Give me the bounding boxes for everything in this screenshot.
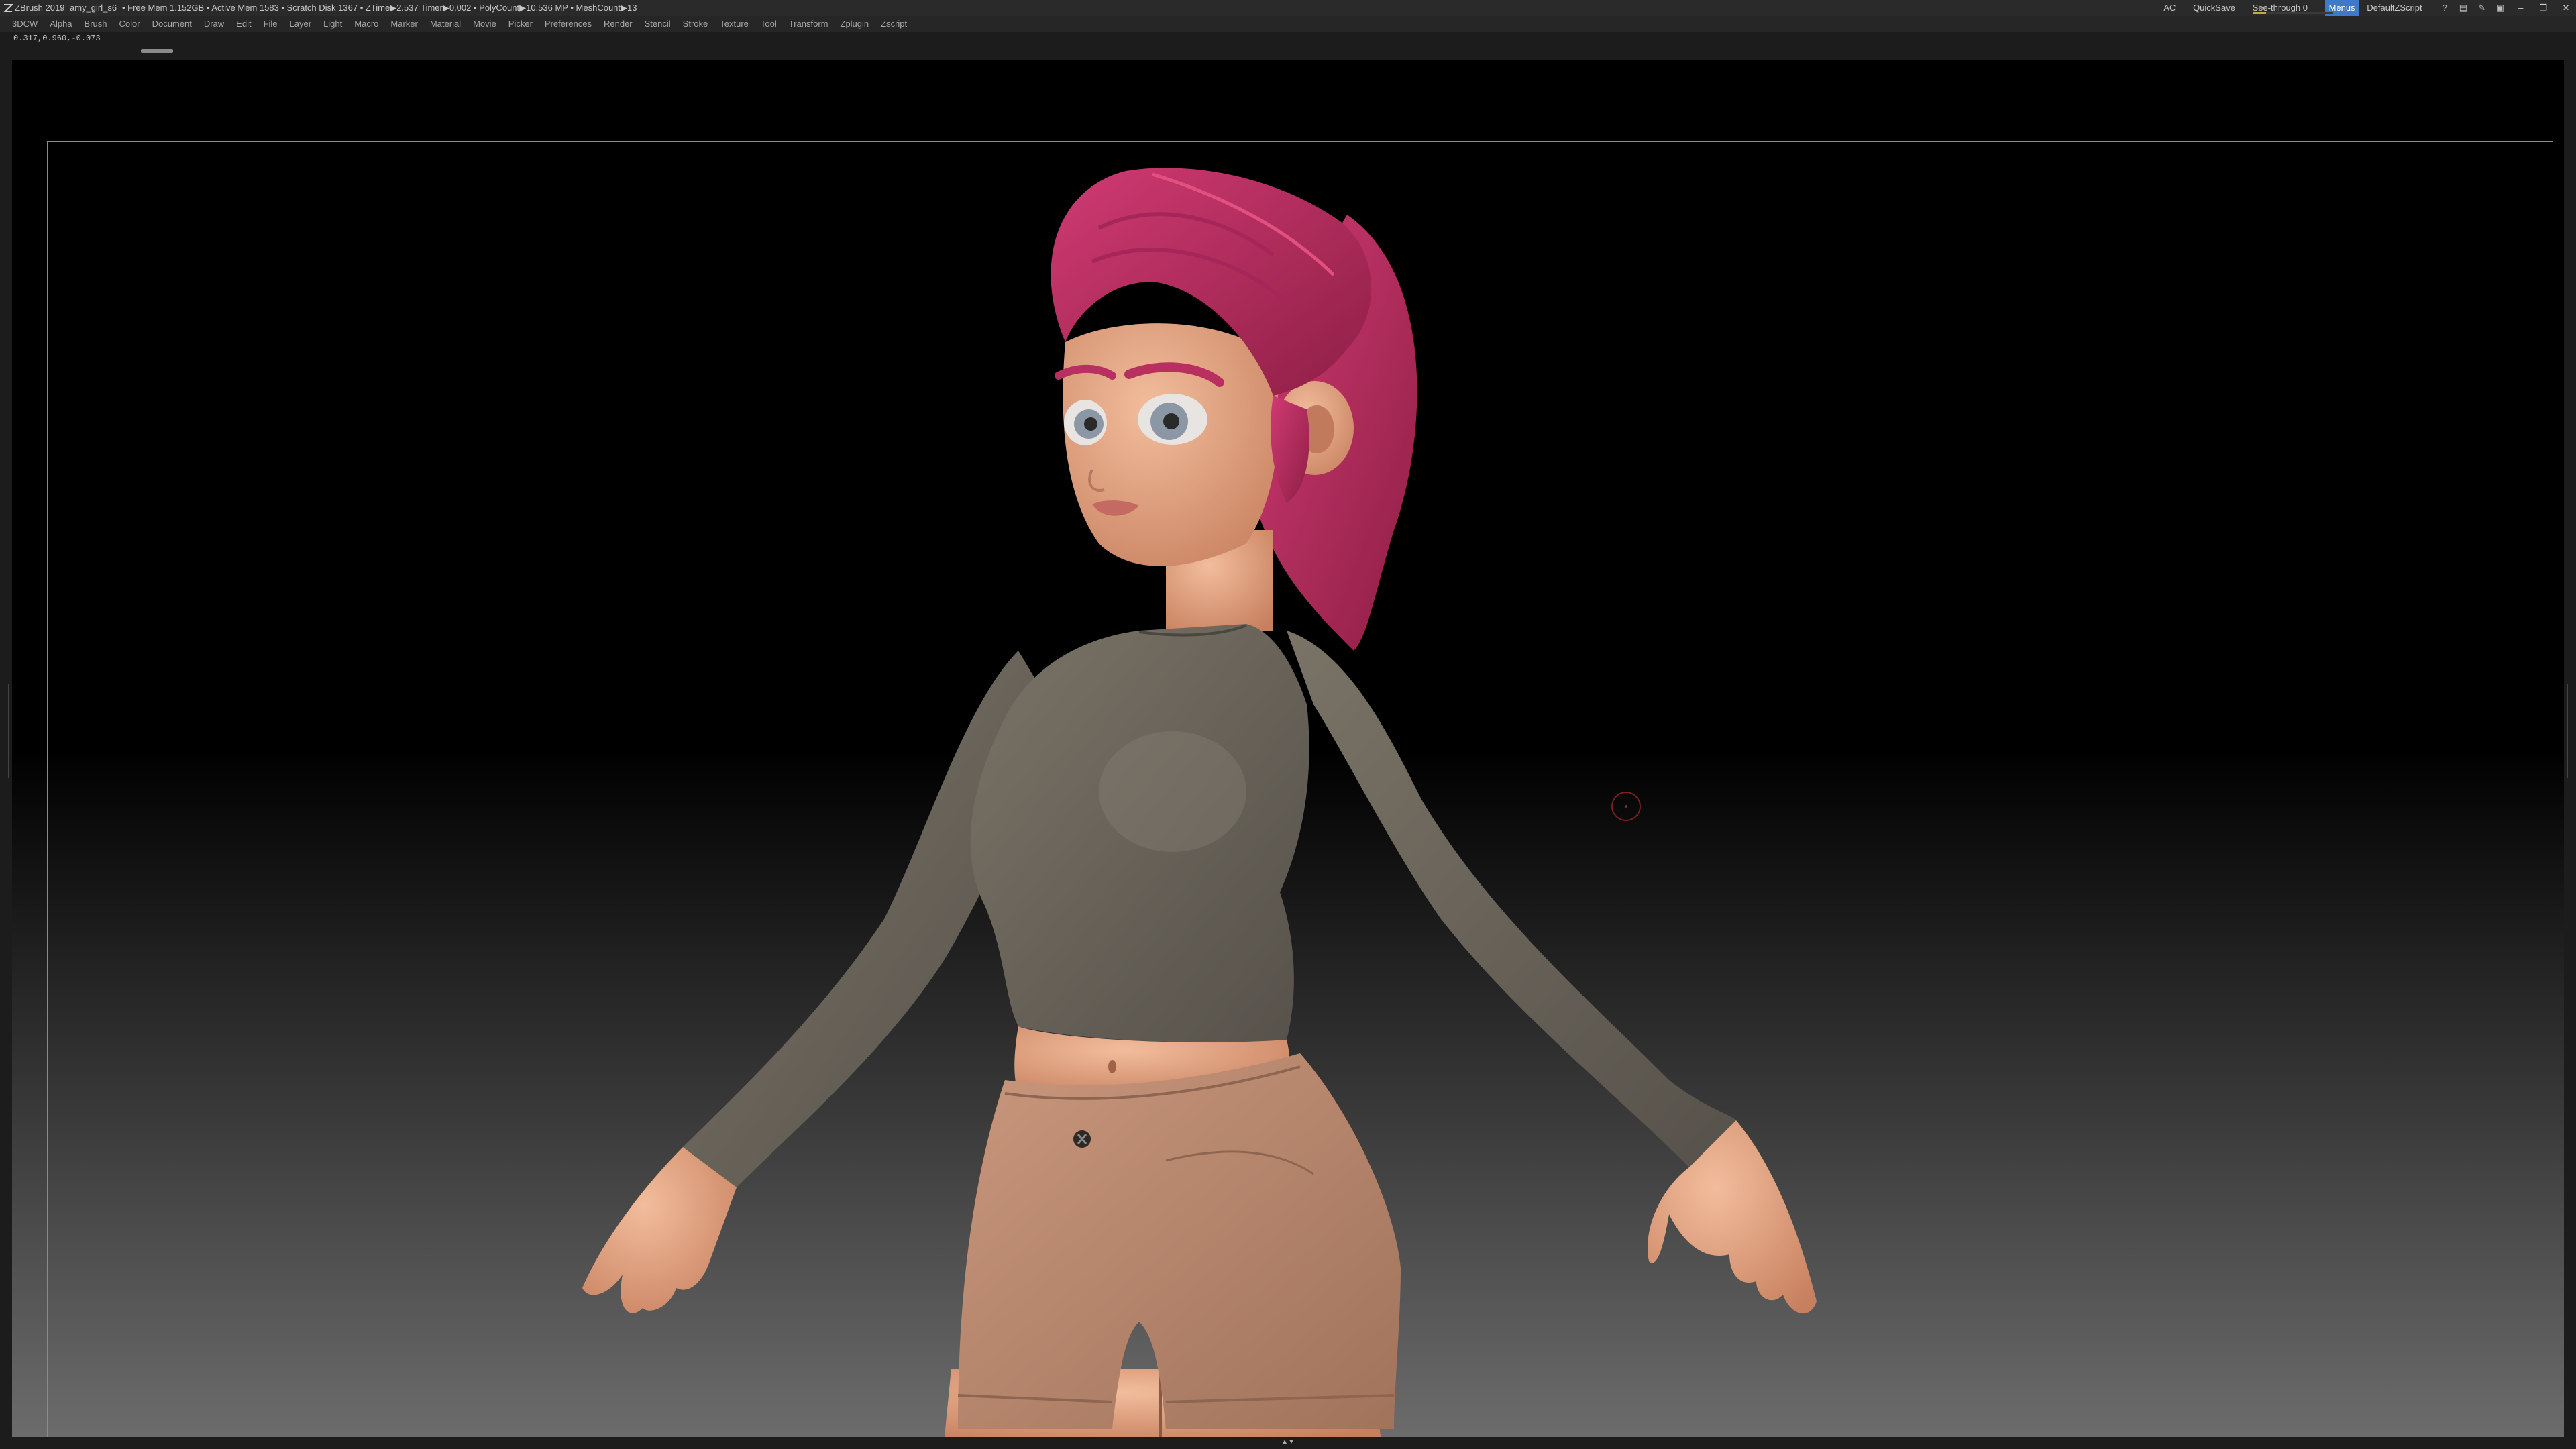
left-hand <box>582 1147 737 1313</box>
zbrush-logo-icon <box>3 4 13 12</box>
menu-macro[interactable]: Macro <box>354 16 378 32</box>
shorts <box>958 1053 1401 1429</box>
menu-3dcw[interactable]: 3DCW <box>12 16 38 32</box>
menu-brush[interactable]: Brush <box>85 16 107 32</box>
ac-button[interactable]: AC <box>2163 0 2176 16</box>
help-icon[interactable]: ? <box>2436 0 2453 16</box>
right-pupil <box>1163 413 1179 429</box>
menu-stencil[interactable]: Stencil <box>645 16 671 32</box>
default-zscript-button[interactable]: DefaultZScript <box>2367 0 2422 16</box>
brush-icon[interactable]: ✎ <box>2474 0 2490 16</box>
navel <box>1108 1060 1116 1073</box>
menu-document[interactable]: Document <box>152 16 192 32</box>
menu-transform[interactable]: Transform <box>789 16 828 32</box>
menu-zplugin[interactable]: Zplugin <box>841 16 869 32</box>
3d-character-model[interactable] <box>12 60 2564 1437</box>
memory-status: • Free Mem 1.152GB • Active Mem 1583 • S… <box>122 3 637 13</box>
menu-zscript[interactable]: Zscript <box>881 16 907 32</box>
layout-icon[interactable]: ▤ <box>2455 0 2471 16</box>
menu-light[interactable]: Light <box>323 16 342 32</box>
minimize-button[interactable]: – <box>2511 0 2531 16</box>
menu-tool[interactable]: Tool <box>761 16 777 32</box>
menu-texture[interactable]: Texture <box>720 16 749 32</box>
menu-stroke[interactable]: Stroke <box>683 16 708 32</box>
menu-color[interactable]: Color <box>119 16 140 32</box>
menu-picker[interactable]: Picker <box>508 16 533 32</box>
menu-draw[interactable]: Draw <box>204 16 224 32</box>
face <box>1063 323 1279 566</box>
menu-edit[interactable]: Edit <box>236 16 251 32</box>
menu-material[interactable]: Material <box>430 16 461 32</box>
menu-bar: 3DCW Alpha Brush Color Document Draw Edi… <box>0 16 2576 32</box>
see-through-fill <box>2252 12 2266 14</box>
menu-marker[interactable]: Marker <box>390 16 417 32</box>
shirt-chest-highlight <box>1099 731 1246 852</box>
right-arm-sleeve <box>1287 631 1736 1167</box>
menu-alpha[interactable]: Alpha <box>50 16 72 32</box>
right-tray-handle[interactable] <box>2567 684 2573 778</box>
top-shelf-slider-handle[interactable] <box>141 49 173 53</box>
canvas-viewport[interactable] <box>12 60 2564 1437</box>
restore-button[interactable]: ❐ <box>2533 0 2553 16</box>
brush-cursor <box>1611 792 1641 821</box>
menu-preferences[interactable]: Preferences <box>545 16 592 32</box>
menu-layer[interactable]: Layer <box>290 16 312 32</box>
app-title: ZBrush 2019 <box>15 3 65 13</box>
left-pupil <box>1084 417 1097 431</box>
menu-movie[interactable]: Movie <box>473 16 496 32</box>
titlebar-right-controls: AC QuickSave See-through 0 Menus Default… <box>2163 0 2576 16</box>
see-through-slider[interactable]: See-through 0 <box>2252 0 2333 16</box>
close-button[interactable]: ✕ <box>2556 0 2576 16</box>
left-tray-handle[interactable] <box>3 684 9 778</box>
quicksave-button[interactable]: QuickSave <box>2193 0 2235 16</box>
title-bar: ZBrush 2019 amy_girl_s6 • Free Mem 1.152… <box>0 0 2576 16</box>
lock-icon[interactable]: ▣ <box>2492 0 2508 16</box>
document-name: amy_girl_s6 <box>70 3 117 13</box>
menu-render[interactable]: Render <box>604 16 633 32</box>
bottom-tray-handle[interactable]: ▲▼ <box>1248 1439 1328 1446</box>
brush-cursor-center <box>1625 805 1627 808</box>
menu-file[interactable]: File <box>264 16 278 32</box>
cursor-coordinates: 0.317,0.960,-0.073 <box>13 34 101 43</box>
